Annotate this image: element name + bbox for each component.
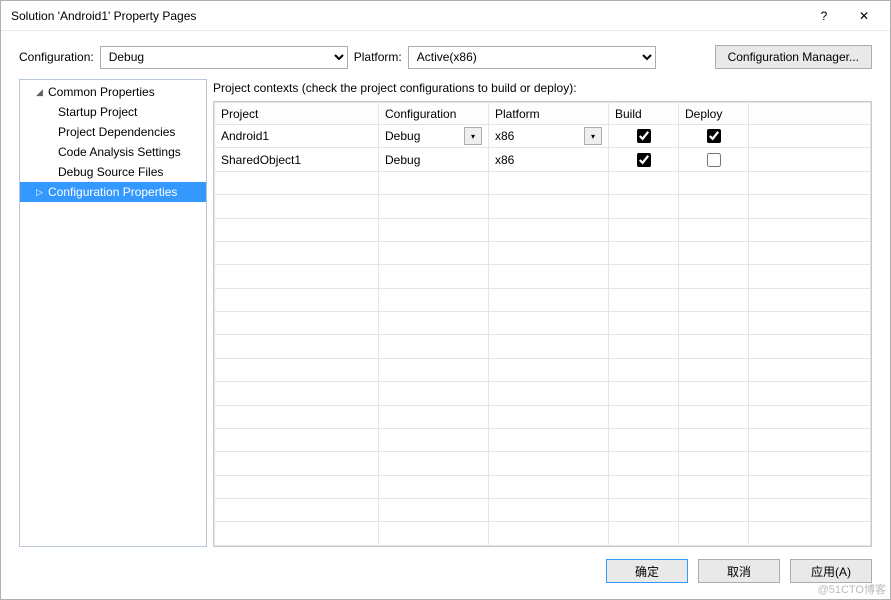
tree-configuration-properties[interactable]: ▷ Configuration Properties xyxy=(20,182,206,202)
tree-code-analysis-settings[interactable]: Code Analysis Settings xyxy=(20,142,206,162)
cell-platform[interactable]: x86▾ xyxy=(489,125,609,148)
tree-project-dependencies[interactable]: Project Dependencies xyxy=(20,122,206,142)
platform-select[interactable]: Active(x86) xyxy=(408,46,656,69)
table-row xyxy=(215,499,871,522)
col-configuration[interactable]: Configuration xyxy=(379,103,489,125)
table-row xyxy=(215,358,871,381)
cell-deploy[interactable] xyxy=(679,125,749,148)
cell-filler xyxy=(749,148,871,171)
configuration-select[interactable]: Debug xyxy=(100,46,348,69)
expanded-icon: ◢ xyxy=(36,87,48,98)
table-row xyxy=(215,171,871,194)
help-button[interactable]: ? xyxy=(804,2,844,30)
chevron-down-icon[interactable]: ▾ xyxy=(584,127,602,145)
col-build[interactable]: Build xyxy=(609,103,679,125)
table-row xyxy=(215,452,871,475)
cell-build[interactable] xyxy=(609,125,679,148)
help-icon: ? xyxy=(821,9,828,23)
ok-button[interactable]: 确定 xyxy=(606,559,688,583)
dialog-footer: 确定 取消 应用(A) xyxy=(1,547,890,599)
contexts-table: Project Configuration Platform Build Dep… xyxy=(214,102,871,546)
cell-filler xyxy=(749,125,871,148)
collapsed-icon: ▷ xyxy=(36,187,48,198)
cell-build[interactable] xyxy=(609,148,679,171)
tree-common-properties[interactable]: ◢ Common Properties xyxy=(20,82,206,102)
platform-label: Platform: xyxy=(354,50,402,64)
col-filler xyxy=(749,103,871,125)
project-contexts-grid: Project Configuration Platform Build Dep… xyxy=(213,101,872,547)
cell-configuration[interactable]: Debug▾ xyxy=(379,125,489,148)
table-row xyxy=(215,382,871,405)
build-checkbox[interactable] xyxy=(637,129,651,143)
tree-debug-source-files[interactable]: Debug Source Files xyxy=(20,162,206,182)
table-row xyxy=(215,522,871,546)
table-row xyxy=(215,312,871,335)
nav-tree[interactable]: ◢ Common Properties Startup Project Proj… xyxy=(19,79,207,547)
table-row xyxy=(215,218,871,241)
close-icon: ✕ xyxy=(859,9,869,23)
configuration-bar: Configuration: Debug Platform: Active(x8… xyxy=(1,31,890,79)
cancel-button[interactable]: 取消 xyxy=(698,559,780,583)
table-row xyxy=(215,475,871,498)
table-row[interactable]: Android1Debug▾x86▾ xyxy=(215,125,871,148)
right-panel: Project contexts (check the project conf… xyxy=(213,79,872,547)
chevron-down-icon[interactable]: ▾ xyxy=(464,127,482,145)
build-checkbox[interactable] xyxy=(637,153,651,167)
deploy-checkbox[interactable] xyxy=(707,153,721,167)
cell-project: Android1 xyxy=(215,125,379,148)
col-project[interactable]: Project xyxy=(215,103,379,125)
tree-startup-project[interactable]: Startup Project xyxy=(20,102,206,122)
deploy-checkbox[interactable] xyxy=(707,129,721,143)
table-row xyxy=(215,405,871,428)
apply-button[interactable]: 应用(A) xyxy=(790,559,872,583)
cell-project: SharedObject1 xyxy=(215,148,379,171)
close-button[interactable]: ✕ xyxy=(844,2,884,30)
titlebar: Solution 'Android1' Property Pages ? ✕ xyxy=(1,1,890,31)
cell-deploy[interactable] xyxy=(679,148,749,171)
configuration-manager-button[interactable]: Configuration Manager... xyxy=(715,45,872,69)
col-platform[interactable]: Platform xyxy=(489,103,609,125)
table-row xyxy=(215,288,871,311)
table-row xyxy=(215,265,871,288)
table-row xyxy=(215,195,871,218)
cell-platform: x86 xyxy=(489,148,609,171)
col-deploy[interactable]: Deploy xyxy=(679,103,749,125)
configuration-label: Configuration: xyxy=(19,50,94,64)
table-header-row: Project Configuration Platform Build Dep… xyxy=(215,103,871,125)
property-pages-window: Solution 'Android1' Property Pages ? ✕ C… xyxy=(0,0,891,600)
cell-configuration: Debug xyxy=(379,148,489,171)
section-title: Project contexts (check the project conf… xyxy=(213,81,872,95)
table-row xyxy=(215,241,871,264)
table-row[interactable]: SharedObject1Debugx86 xyxy=(215,148,871,171)
window-title: Solution 'Android1' Property Pages xyxy=(11,9,804,23)
dialog-body: ◢ Common Properties Startup Project Proj… xyxy=(1,79,890,547)
table-row xyxy=(215,428,871,451)
table-row xyxy=(215,335,871,358)
